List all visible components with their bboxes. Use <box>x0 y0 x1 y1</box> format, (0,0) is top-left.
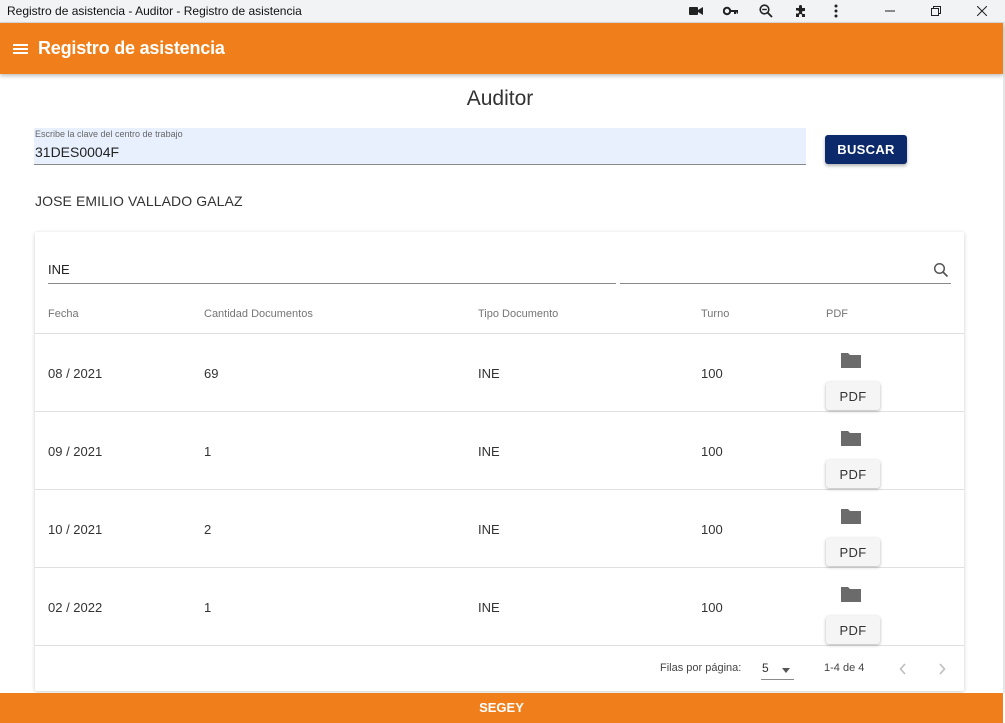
table-row: 09 / 2021 1 INE 100 PDF <box>35 412 964 490</box>
footer: SEGEY <box>0 693 1003 723</box>
column-header-fecha[interactable]: Fecha <box>48 308 79 320</box>
pdf-button[interactable]: PDF <box>826 382 880 410</box>
hamburger-menu-icon[interactable] <box>8 36 34 62</box>
table-row: 10 / 2021 2 INE 100 PDF <box>35 490 964 568</box>
page-title: Auditor <box>466 87 534 110</box>
table-header: Fecha Cantidad Documentos Tipo Documento… <box>35 300 964 334</box>
window-title: Registro de asistencia - Auditor - Regis… <box>7 4 302 18</box>
camera-icon[interactable] <box>678 0 713 23</box>
table-row: 02 / 2022 1 INE 100 PDF <box>35 568 964 646</box>
more-vert-icon[interactable] <box>818 0 853 23</box>
folder-icon[interactable] <box>840 429 862 447</box>
tipo-documento-input[interactable] <box>48 256 616 282</box>
chevron-right-icon[interactable] <box>933 660 951 678</box>
close-icon[interactable] <box>959 0 1005 23</box>
clave-centro-input[interactable] <box>34 142 806 162</box>
table-search-input[interactable] <box>620 256 920 282</box>
cell-turno: 100 <box>701 522 723 537</box>
search-icon[interactable] <box>933 262 949 278</box>
column-header-pdf: PDF <box>826 308 848 320</box>
cell-cantidad: 2 <box>204 522 212 537</box>
table-pagination: Filas por página: 5 1-4 de 4 <box>35 646 964 691</box>
cell-cantidad: 69 <box>204 366 219 381</box>
app-title: Registro de asistencia <box>38 38 225 58</box>
column-header-tipo[interactable]: Tipo Documento <box>478 308 558 320</box>
rows-per-page-label: Filas por página: <box>660 662 742 674</box>
person-name: JOSE EMILIO VALLADO GALAZ <box>35 193 243 209</box>
cell-tipo: INE <box>478 522 500 537</box>
footer-text: SEGEY <box>479 700 524 715</box>
clave-centro-field[interactable]: Escribe la clave del centro de trabajo <box>34 128 806 165</box>
documents-card: Fecha Cantidad Documentos Tipo Documento… <box>35 232 964 691</box>
clave-centro-label: Escribe la clave del centro de trabajo <box>35 129 183 139</box>
pdf-button[interactable]: PDF <box>826 616 880 644</box>
cell-cantidad: 1 <box>204 444 212 459</box>
cell-turno: 100 <box>701 444 723 459</box>
cell-turno: 100 <box>701 600 723 615</box>
key-icon[interactable] <box>713 0 748 23</box>
browser-title-bar: Registro de asistencia - Auditor - Regis… <box>0 0 1005 23</box>
column-header-turno[interactable]: Turno <box>701 308 729 320</box>
cell-fecha: 02 / 2022 <box>48 600 103 615</box>
app-bar: Registro de asistencia <box>0 23 1003 74</box>
cell-fecha: 08 / 2021 <box>48 366 103 381</box>
pagination-range: 1-4 de 4 <box>824 662 865 674</box>
cell-tipo: INE <box>478 600 500 615</box>
cell-fecha: 10 / 2021 <box>48 522 103 537</box>
cell-fecha: 09 / 2021 <box>48 444 103 459</box>
table-search-field[interactable] <box>620 256 951 284</box>
buscar-button[interactable]: BUSCAR <box>825 135 907 164</box>
extensions-icon[interactable] <box>783 0 818 23</box>
chevron-left-icon[interactable] <box>894 660 912 678</box>
minimize-icon[interactable] <box>867 0 913 23</box>
table-row: 08 / 2021 69 INE 100 PDF <box>35 334 964 412</box>
pdf-button[interactable]: PDF <box>826 538 880 566</box>
restore-icon[interactable] <box>913 0 959 23</box>
pdf-button[interactable]: PDF <box>826 460 880 488</box>
column-header-cantidad[interactable]: Cantidad Documentos <box>204 308 313 320</box>
cell-cantidad: 1 <box>204 600 212 615</box>
rows-per-page-value: 5 <box>762 661 769 675</box>
cell-turno: 100 <box>701 366 723 381</box>
tipo-documento-filter[interactable] <box>48 256 616 284</box>
folder-icon[interactable] <box>840 351 862 369</box>
folder-icon[interactable] <box>840 585 862 603</box>
folder-icon[interactable] <box>840 507 862 525</box>
rows-per-page-select[interactable]: 5 <box>761 658 794 680</box>
browser-toolbar-icons <box>678 0 1005 23</box>
zoom-out-icon[interactable] <box>748 0 783 23</box>
cell-tipo: INE <box>478 366 500 381</box>
cell-tipo: INE <box>478 444 500 459</box>
dropdown-arrow-icon <box>782 668 790 673</box>
